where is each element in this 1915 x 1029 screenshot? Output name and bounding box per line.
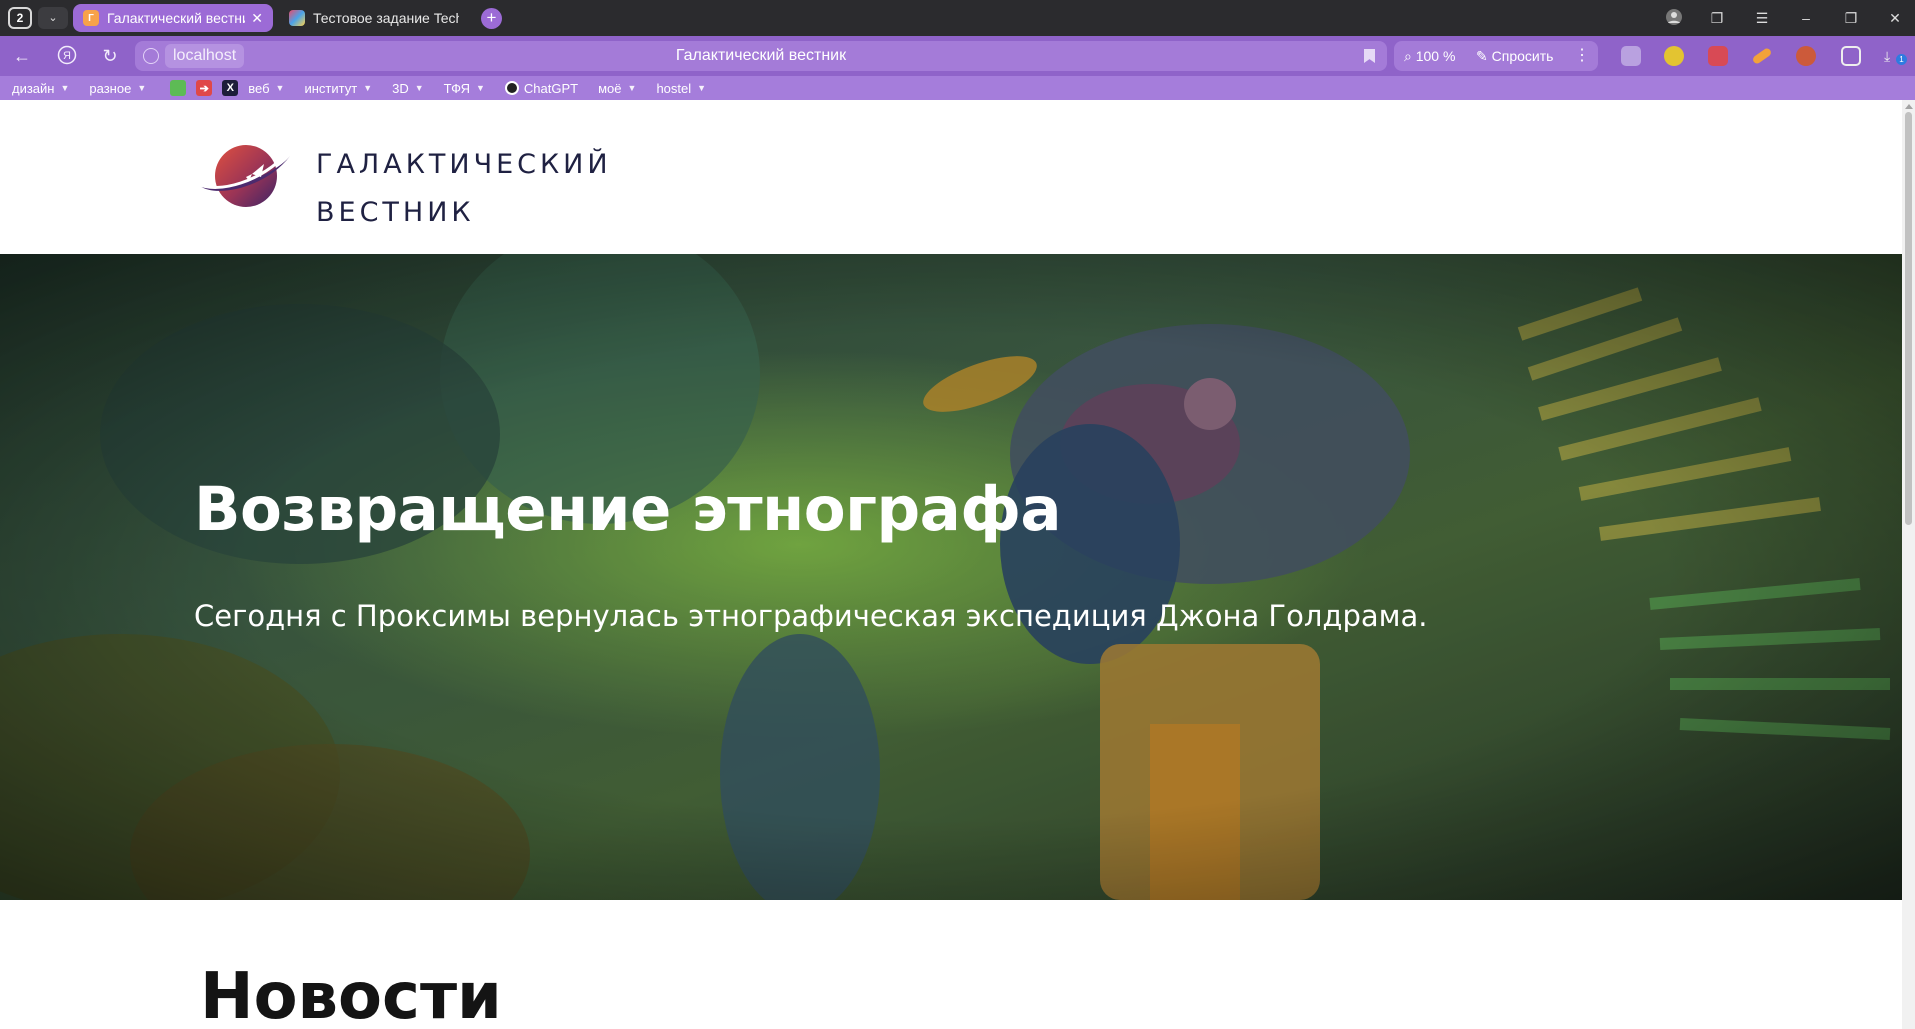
svg-text:Я: Я — [63, 50, 71, 62]
close-tab-icon[interactable]: ✕ — [251, 10, 263, 27]
hero-title: Возвращение этнографа — [194, 474, 1062, 545]
page-viewport: ГАЛАКТИЧЕСКИЙ ВЕСТНИК Возвращение этногр… — [0, 100, 1915, 1029]
techart-favicon-icon — [289, 10, 305, 26]
site-header: ГАЛАКТИЧЕСКИЙ ВЕСТНИК — [0, 100, 1902, 254]
tab-title: Тестовое задание Techart — [313, 10, 459, 26]
tab-techart[interactable]: Тестовое задание Techart — [279, 4, 469, 32]
chevron-down-icon: ▼ — [137, 83, 147, 93]
bookmark-folder-design[interactable]: дизайн ▼ — [12, 81, 69, 96]
hero-banner: Возвращение этнографа Сегодня с Проксимы… — [0, 254, 1902, 900]
logo-wordmark[interactable]: ГАЛАКТИЧЕСКИЙ ВЕСТНИК — [316, 141, 612, 237]
tab-galactic-herald[interactable]: Г Галактический вестник ✕ — [73, 4, 273, 32]
extension-shield-icon[interactable] — [1621, 46, 1641, 66]
logo-line-2: ВЕСТНИК — [316, 197, 475, 228]
downloads-icon[interactable]: ⤓ 1 — [1884, 46, 1907, 66]
bookmark-label: институт — [304, 80, 358, 96]
restore-icon[interactable]: ❐ — [1840, 8, 1862, 28]
scroll-thumb[interactable] — [1905, 112, 1912, 525]
chevron-down-icon: ▼ — [363, 83, 373, 93]
browser-tab-strip: 2 ⌄ Г Галактический вестник ✕ Тестовое з… — [0, 0, 1915, 36]
address-field[interactable]: localhost Галактический вестник — [135, 41, 1387, 71]
close-window-icon[interactable]: ✕ — [1884, 8, 1906, 28]
bookmarks-bar: дизайн ▼ разное ▼ ➔ X веб ▼ институт ▼ 3D ▼ Т… — [0, 76, 1915, 100]
bookmark-label: дизайн — [12, 80, 55, 96]
chatgpt-icon — [504, 81, 519, 95]
collections-icon[interactable]: ❐ — [1706, 8, 1728, 28]
bookmark-folder-tfya[interactable]: ТФЯ ▼ — [444, 81, 485, 96]
download-badge: 1 — [1896, 54, 1907, 65]
bookmark-folder-3d[interactable]: 3D ▼ — [392, 81, 424, 96]
bookmark-label: 3D — [392, 80, 409, 96]
chevron-down-icon: ▼ — [697, 83, 707, 93]
tab-title: Галактический вестник — [107, 10, 246, 26]
galaxy-favicon-icon: Г — [83, 10, 99, 26]
chevron-down-icon: ▼ — [275, 83, 285, 93]
red-arrow-bookmark-icon[interactable]: ➔ — [196, 80, 213, 96]
browser-menu-icon[interactable]: ☰ — [1751, 8, 1773, 28]
back-icon[interactable]: ← — [10, 45, 34, 67]
ask-icon: ✎ — [1476, 48, 1492, 64]
extension-red-icon[interactable] — [1708, 46, 1728, 66]
hero-background-image — [0, 254, 1902, 900]
bookmark-folder-institute[interactable]: институт ▼ — [304, 81, 372, 96]
extension-planet-icon[interactable] — [1796, 46, 1816, 66]
chevron-down-icon: ▼ — [60, 83, 70, 93]
zoom-level[interactable]: ⌕ 100 % — [1404, 41, 1455, 71]
green-bookmark-icon[interactable] — [170, 80, 187, 96]
logo-line-1: ГАЛАКТИЧЕСКИЙ — [316, 149, 612, 180]
bookmark-label: hostel — [656, 80, 692, 96]
chevron-down-icon: ▼ — [414, 83, 424, 93]
bookmark-label: моё — [598, 80, 622, 96]
minimize-icon[interactable]: – — [1795, 8, 1817, 28]
address-toolbar: ← Я ↻ localhost Галактический вестник ⌕ … — [0, 36, 1915, 76]
extension-yellow-icon[interactable] — [1664, 46, 1684, 66]
yandex-icon[interactable]: Я — [55, 45, 79, 67]
bookmark-chatgpt[interactable]: ChatGPT — [504, 80, 579, 96]
bookmark-folder-web[interactable]: веб ▼ — [248, 81, 284, 96]
logo-planet-icon[interactable] — [196, 140, 294, 217]
extension-puzzle-icon[interactable] — [1841, 46, 1861, 66]
bookmark-folder-hostel[interactable]: hostel ▼ — [656, 81, 706, 96]
tab-count-button[interactable]: 2 — [8, 7, 32, 29]
bookmark-label: ChatGPT — [523, 80, 579, 96]
news-section-heading: Новости — [200, 960, 502, 1029]
bookmark-folder-misc[interactable]: разное ▼ — [89, 81, 146, 96]
reload-icon[interactable]: ↻ — [98, 45, 122, 67]
chevron-down-icon: ▼ — [627, 83, 637, 93]
page-scrollbar[interactable] — [1902, 100, 1915, 1029]
bookmark-label: ТФЯ — [443, 80, 470, 96]
more-options-icon[interactable]: ⋮ — [1574, 41, 1590, 71]
hero-lead: Сегодня с Проксимы вернулась этнографиче… — [194, 599, 1428, 633]
extension-pencil-icon[interactable] — [1751, 46, 1773, 66]
scroll-up-arrow-icon[interactable] — [1905, 104, 1913, 109]
zoom-icon: ⌕ — [1404, 48, 1416, 64]
bookmark-label: веб — [248, 80, 270, 96]
bookmark-folder-mine[interactable]: моё ▼ — [598, 81, 636, 96]
chevron-down-icon: ▼ — [476, 83, 485, 93]
ask-label: Спросить — [1491, 48, 1554, 64]
zoom-ask-group: ⌕ 100 % ✎ Спросить ⋮ — [1394, 41, 1598, 71]
bookmark-label: разное — [89, 80, 132, 96]
x-bookmark-icon[interactable]: X — [222, 80, 239, 96]
tabs-dropdown-icon[interactable]: ⌄ — [38, 7, 68, 29]
ask-button[interactable]: ✎ Спросить — [1476, 41, 1553, 71]
profile-icon[interactable] — [1663, 8, 1685, 28]
new-tab-button[interactable]: + — [481, 8, 502, 29]
address-page-title: Галактический вестник — [675, 47, 847, 64]
zoom-value: 100 % — [1415, 48, 1456, 64]
